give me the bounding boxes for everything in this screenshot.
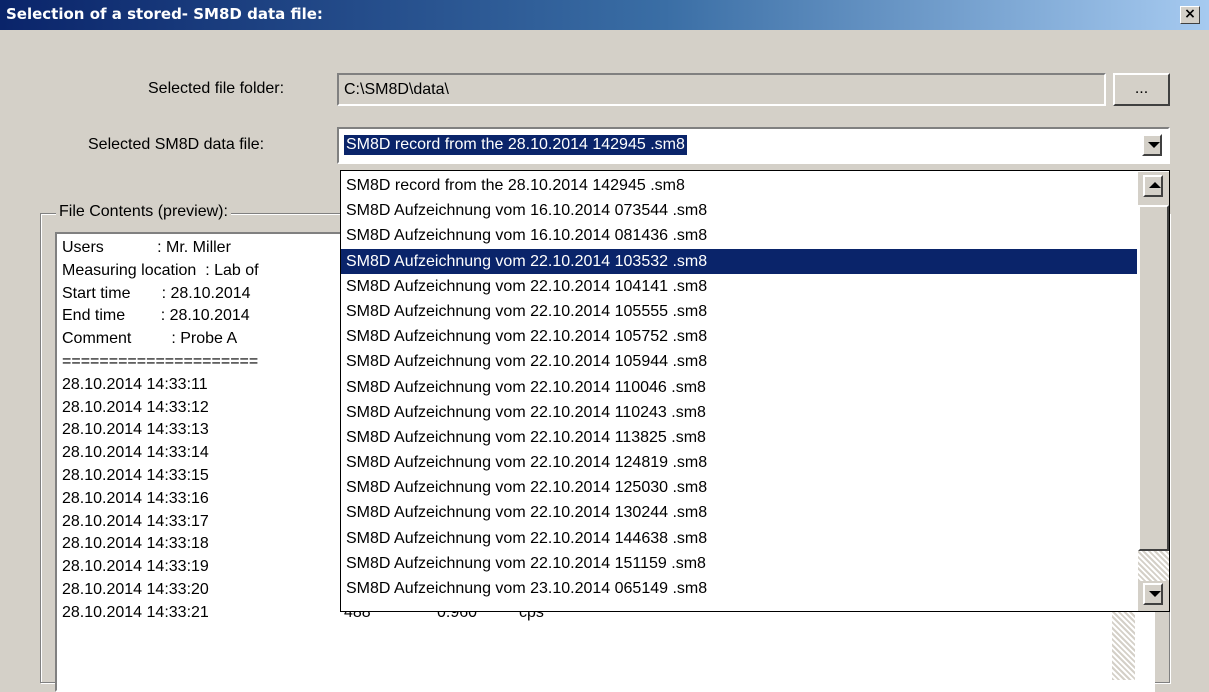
title-bar[interactable]: Selection of a stored- SM8D data file: × — [0, 0, 1209, 30]
preview-time-cell: 28.10.2014 14:33:12 — [62, 398, 209, 416]
datafile-label: Selected SM8D data file: — [88, 136, 265, 153]
file-contents-label: File Contents (preview): — [56, 203, 231, 221]
dropdown-option[interactable]: SM8D Aufzeichnung vom 22.10.2014 130244 … — [341, 500, 1137, 525]
preview-data-row: 28.10.2014 14:33:18 — [62, 533, 259, 556]
preview-data-row: 28.10.2014 14:33:204940.950cps — [62, 579, 544, 602]
preview-time-cell: 28.10.2014 14:33:13 — [62, 421, 209, 439]
dropdown-option[interactable]: SM8D Aufzeichnung vom 22.10.2014 103532 … — [341, 248, 1137, 274]
folder-label: Selected file folder: — [148, 80, 285, 97]
scroll-track[interactable] — [1138, 551, 1169, 581]
preview-time-cell: 28.10.2014 14:33:14 — [62, 444, 209, 462]
dropdown-option[interactable]: SM8D Aufzeichnung vom 16.10.2014 073544 … — [341, 198, 1137, 223]
preview-time-cell: 28.10.2014 14:33:18 — [62, 535, 209, 553]
dropdown-option[interactable]: SM8D Aufzeichnung vom 22.10.2014 124819 … — [341, 450, 1137, 475]
dropdown-option[interactable]: SM8D Aufzeichnung vom 22.10.2014 104141 … — [341, 274, 1137, 299]
scroll-down-button[interactable] — [1143, 583, 1163, 605]
preview-data-row: 28.10.2014 14:33:14 — [62, 442, 259, 465]
preview-data-row: 28.10.2014 14:33:195150.920cps — [62, 556, 544, 579]
chevron-down-icon — [1148, 142, 1160, 148]
preview-data-row: 28.10.2014 14:33:11 — [62, 374, 259, 397]
folder-path-field[interactable]: C:\SM8D\data\ — [337, 73, 1106, 106]
dropdown-option[interactable]: SM8D Aufzeichnung vom 22.10.2014 105752 … — [341, 324, 1137, 349]
preview-time-cell: 28.10.2014 14:33:17 — [62, 512, 209, 530]
preview-data-row: 28.10.2014 14:33:21 488 0.960 cps — [62, 602, 544, 625]
browse-folder-button[interactable]: ... — [1113, 73, 1170, 106]
datafile-selected-value: SM8D record from the 28.10.2014 142945 .… — [343, 134, 688, 156]
dropdown-option[interactable]: SM8D Aufzeichnung vom 22.10.2014 110046 … — [341, 375, 1137, 400]
dropdown-option[interactable]: SM8D Aufzeichnung vom 22.10.2014 144638 … — [341, 526, 1137, 551]
preview-header-line: End time : 28.10.2014 — [62, 307, 250, 325]
dropdown-option[interactable]: SM8D Aufzeichnung vom 22.10.2014 105555 … — [341, 299, 1137, 324]
dropdown-option[interactable]: SM8D record from the 28.10.2014 142945 .… — [341, 173, 1137, 198]
preview-header-line: Comment : Probe A — [62, 330, 238, 348]
dropdown-option[interactable]: SM8D Aufzeichnung vom 22.10.2014 113825 … — [341, 425, 1137, 450]
dropdown-option[interactable]: SM8D Aufzeichnung vom 16.10.2014 081436 … — [341, 223, 1137, 248]
preview-time-cell: 28.10.2014 14:33:20 — [62, 580, 209, 598]
scroll-up-button[interactable] — [1143, 175, 1163, 197]
datafile-combobox[interactable]: SM8D record from the 28.10.2014 142945 .… — [337, 127, 1170, 164]
preview-header-line: Users : Mr. Miller — [62, 239, 231, 256]
folder-path-value: C:\SM8D\data\ — [344, 81, 449, 98]
preview-data-row: 28.10.2014 14:33:15 — [62, 465, 259, 488]
window-title: Selection of a stored- SM8D data file: — [6, 5, 323, 23]
preview-time-cell: 28.10.2014 14:33:19 — [62, 558, 209, 576]
preview-time-cell: 28.10.2014 14:33:21 — [62, 603, 209, 621]
preview-header-line: ===================== — [62, 352, 259, 370]
close-button[interactable]: × — [1180, 6, 1200, 24]
dropdown-option[interactable]: SM8D Aufzeichnung vom 23.10.2014 065149 … — [341, 576, 1137, 601]
preview-data-row: 28.10.2014 14:33:17 — [62, 511, 259, 534]
preview-data-row: 28.10.2014 14:33:13 — [62, 419, 259, 442]
dropdown-option[interactable]: SM8D Aufzeichnung vom 22.10.2014 105944 … — [341, 349, 1137, 374]
dropdown-scrollbar[interactable] — [1138, 172, 1169, 611]
chevron-down-icon — [1149, 591, 1161, 597]
combobox-dropdown-button[interactable] — [1142, 134, 1162, 156]
scroll-thumb[interactable] — [1138, 205, 1169, 551]
preview-text: Users : Mr. Miller Measuring location : L… — [62, 237, 544, 625]
preview-data-row: 28.10.2014 14:33:12 — [62, 397, 259, 420]
dropdown-option[interactable]: SM8D Aufzeichnung vom 22.10.2014 151159 … — [341, 551, 1137, 576]
preview-time-cell: 28.10.2014 14:33:16 — [62, 489, 209, 507]
preview-time-cell: 28.10.2014 14:33:11 — [62, 375, 208, 393]
preview-header-line: Measuring location : Lab of — [62, 261, 259, 279]
datafile-dropdown-list[interactable]: SM8D record from the 28.10.2014 142945 .… — [340, 170, 1170, 612]
dropdown-options: SM8D record from the 28.10.2014 142945 .… — [341, 173, 1137, 601]
chevron-up-icon — [1149, 182, 1161, 188]
preview-header-line: Start time : 28.10.2014 — [62, 284, 251, 302]
dropdown-option[interactable]: SM8D Aufzeichnung vom 22.10.2014 125030 … — [341, 475, 1137, 500]
preview-time-cell: 28.10.2014 14:33:15 — [62, 466, 209, 484]
dropdown-option[interactable]: SM8D Aufzeichnung vom 22.10.2014 110243 … — [341, 400, 1137, 425]
preview-data-row: 28.10.2014 14:33:16 — [62, 488, 259, 511]
